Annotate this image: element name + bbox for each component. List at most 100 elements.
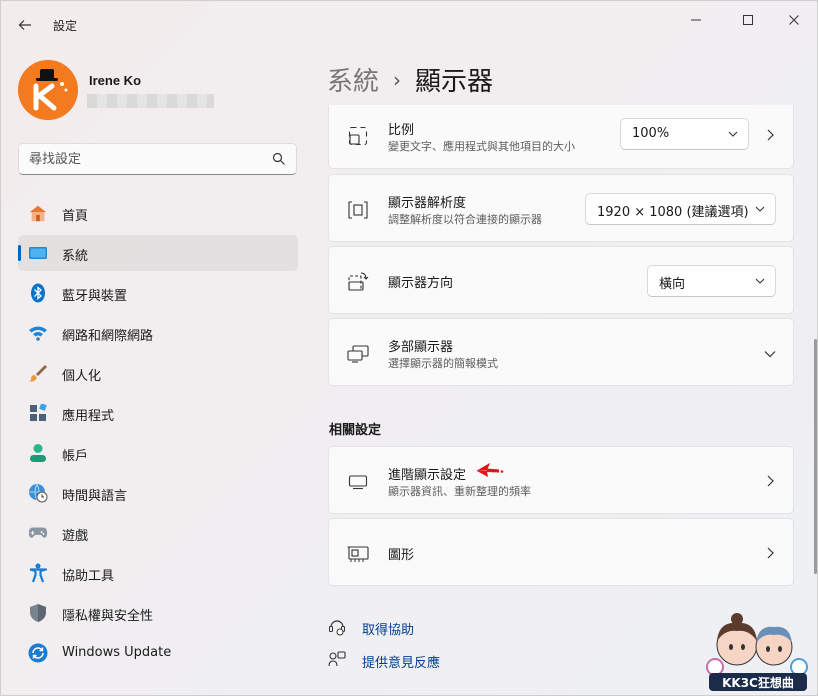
resolution-value: 1920 × 1080 (建議選項) bbox=[597, 205, 749, 220]
user-name: Irene Ko bbox=[89, 73, 142, 88]
scale-value: 100% bbox=[632, 126, 670, 141]
search-box[interactable] bbox=[18, 143, 297, 175]
sidebar-item-label: 遊戲 bbox=[62, 529, 89, 544]
sidebar-item-accessibility[interactable]: 協助工具 bbox=[18, 555, 298, 591]
sidebar-item-label: 藍牙與裝置 bbox=[62, 289, 128, 304]
resolution-dropdown[interactable]: 1920 × 1080 (建議選項) bbox=[585, 193, 776, 225]
orientation-icon bbox=[347, 270, 369, 292]
sidebar-item-privacy[interactable]: 隱私權與安全性 bbox=[18, 595, 298, 631]
back-button[interactable] bbox=[11, 11, 39, 39]
monitor-icon bbox=[347, 471, 369, 493]
system-icon bbox=[28, 243, 48, 263]
back-arrow-icon bbox=[18, 20, 31, 30]
sidebar-item-bluetooth[interactable]: 藍牙與裝置 bbox=[18, 275, 298, 311]
watermark-text: KK3C狂想曲 bbox=[722, 676, 794, 690]
sidebar-item-label: Windows Update bbox=[62, 645, 172, 660]
orientation-value: 橫向 bbox=[659, 277, 686, 292]
sidebar-item-label: 協助工具 bbox=[62, 569, 115, 584]
feedback-icon bbox=[328, 651, 346, 667]
title-bar: 設定 bbox=[1, 1, 818, 41]
globe-clock-icon bbox=[28, 483, 48, 503]
advanced-display-subtitle: 顯示器資訊、重新整理的頻率 bbox=[388, 485, 531, 498]
sidebar-item-time-language[interactable]: 時間與語言 bbox=[18, 475, 298, 511]
sidebar-item-home[interactable]: 首頁 bbox=[18, 195, 298, 231]
wifi-icon bbox=[28, 323, 48, 343]
sidebar-item-label: 系統 bbox=[62, 249, 89, 264]
scale-title: 比例 bbox=[388, 123, 415, 138]
chevron-down-icon bbox=[755, 206, 765, 212]
sidebar-item-network[interactable]: 網路和網際網路 bbox=[18, 315, 298, 351]
maximize-icon bbox=[743, 15, 753, 25]
sidebar-nav: 首頁 系統 藍牙與裝置 網路和網際網路 個人化 應用程式 帳戶 時間與語言 遊戲… bbox=[18, 195, 298, 675]
multiple-displays-title: 多部顯示器 bbox=[388, 340, 454, 355]
scrollbar-thumb[interactable] bbox=[814, 339, 817, 574]
graphics-card-icon bbox=[347, 543, 369, 565]
resolution-title: 顯示器解析度 bbox=[388, 196, 467, 211]
brush-icon bbox=[28, 363, 48, 383]
sidebar-item-personalization[interactable]: 個人化 bbox=[18, 355, 298, 391]
user-email-redacted bbox=[87, 94, 214, 108]
account-icon bbox=[28, 443, 48, 463]
accessibility-icon bbox=[28, 563, 48, 583]
get-help-label[interactable]: 取得協助 bbox=[362, 619, 414, 638]
close-button[interactable] bbox=[771, 7, 817, 33]
multiple-displays-icon bbox=[347, 343, 369, 365]
resolution-icon bbox=[347, 199, 369, 221]
scale-setting-card[interactable]: 比例 變更文字、應用程式與其他項目的大小 100% bbox=[328, 105, 794, 169]
graphics-title: 圖形 bbox=[388, 548, 415, 563]
close-icon bbox=[789, 15, 799, 25]
breadcrumb-parent[interactable]: 系統 bbox=[327, 61, 379, 98]
help-icon bbox=[329, 620, 345, 636]
app-title: 設定 bbox=[53, 19, 78, 33]
home-icon bbox=[28, 203, 48, 223]
chevron-right-icon bbox=[767, 547, 774, 559]
advanced-display-card[interactable]: 進階顯示設定 顯示器資訊、重新整理的頻率 bbox=[328, 446, 794, 514]
orientation-dropdown[interactable]: 橫向 bbox=[647, 265, 776, 297]
orientation-setting-card: 顯示器方向 橫向 bbox=[328, 246, 794, 314]
apps-icon bbox=[28, 403, 48, 423]
search-icon[interactable] bbox=[272, 152, 286, 166]
minimize-icon bbox=[691, 19, 701, 21]
resolution-subtitle: 調整解析度以符合連接的顯示器 bbox=[388, 213, 542, 226]
sidebar-item-label: 應用程式 bbox=[62, 409, 115, 424]
breadcrumb-separator: › bbox=[393, 67, 402, 92]
shield-icon bbox=[28, 603, 48, 623]
sidebar-item-label: 隱私權與安全性 bbox=[62, 609, 154, 624]
sidebar-item-windows-update[interactable]: Windows Update bbox=[18, 635, 298, 671]
chevron-down-icon[interactable] bbox=[764, 349, 776, 359]
chevron-right-icon[interactable] bbox=[765, 129, 775, 141]
get-help-link[interactable]: 取得協助 bbox=[328, 618, 414, 638]
avatar[interactable] bbox=[18, 60, 78, 120]
graphics-card[interactable]: 圖形 bbox=[328, 518, 794, 586]
search-input[interactable] bbox=[29, 150, 269, 168]
sidebar-item-gaming[interactable]: 遊戲 bbox=[18, 515, 298, 551]
scale-icon bbox=[347, 125, 369, 147]
maximize-button[interactable] bbox=[725, 7, 771, 33]
give-feedback-link[interactable]: 提供意見反應 bbox=[328, 651, 440, 671]
resolution-setting-card: 顯示器解析度 調整解析度以符合連接的顯示器 1920 × 1080 (建議選項) bbox=[328, 174, 794, 242]
multiple-displays-card[interactable]: 多部顯示器 選擇顯示器的簡報模式 bbox=[328, 318, 794, 386]
update-icon bbox=[28, 643, 48, 663]
related-settings-heading: 相關設定 bbox=[329, 423, 382, 438]
avatar-logo-icon bbox=[18, 60, 78, 120]
multiple-displays-subtitle: 選擇顯示器的簡報模式 bbox=[388, 357, 498, 370]
sidebar-item-accounts[interactable]: 帳戶 bbox=[18, 435, 298, 471]
give-feedback-label[interactable]: 提供意見反應 bbox=[362, 652, 440, 671]
minimize-button[interactable] bbox=[673, 7, 719, 33]
sidebar-item-label: 時間與語言 bbox=[62, 489, 128, 504]
sidebar-item-label: 網路和網際網路 bbox=[62, 329, 154, 344]
watermark-logo: KK3C狂想曲 bbox=[701, 611, 813, 693]
chevron-down-icon bbox=[755, 278, 765, 284]
scale-dropdown[interactable]: 100% bbox=[620, 118, 749, 150]
advanced-display-title: 進階顯示設定 bbox=[388, 468, 467, 483]
sidebar-item-label: 帳戶 bbox=[62, 449, 89, 464]
sidebar-item-system[interactable]: 系統 bbox=[18, 235, 298, 271]
sidebar-item-apps[interactable]: 應用程式 bbox=[18, 395, 298, 431]
red-arrow-annotation-icon bbox=[476, 462, 504, 477]
chevron-right-icon bbox=[767, 475, 774, 487]
orientation-title: 顯示器方向 bbox=[388, 276, 454, 291]
sidebar-item-label: 首頁 bbox=[62, 209, 89, 224]
breadcrumb: 系統 › 顯示器 bbox=[327, 61, 493, 98]
chevron-down-icon bbox=[728, 131, 738, 137]
sidebar-item-label: 個人化 bbox=[62, 369, 102, 384]
